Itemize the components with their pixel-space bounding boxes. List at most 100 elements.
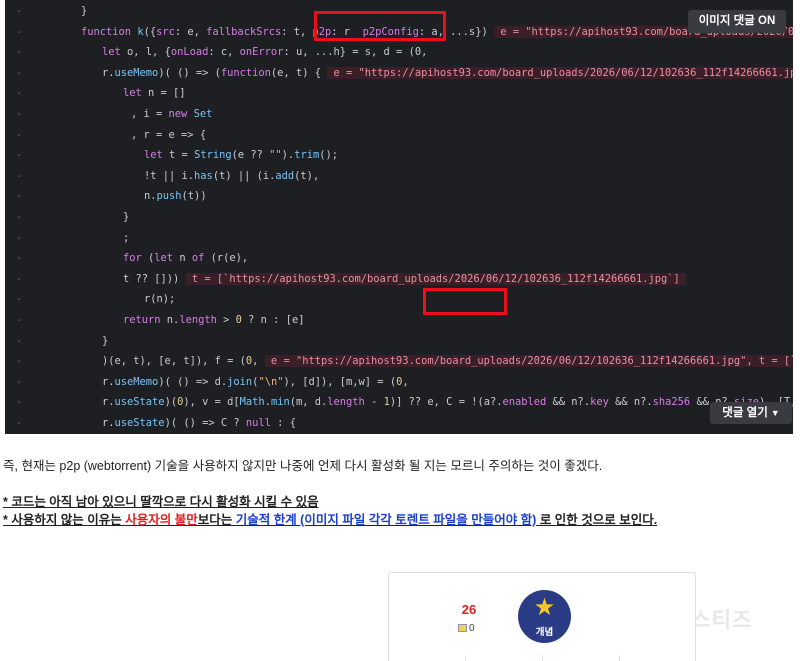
- gutter-marker: -: [15, 375, 23, 388]
- code-token: n.: [166, 313, 180, 326]
- code-text: return n.length > 0 ? n : [e]: [123, 310, 304, 331]
- code-text: r.useMemo)( () => d.join("\n"), [d]), [m…: [102, 372, 409, 393]
- gutter-marker: -: [15, 190, 23, 203]
- enabled-highlight: [423, 288, 507, 315]
- code-token: src: [156, 25, 175, 38]
- concept-button[interactable]: ★ 개념: [518, 590, 571, 643]
- code-text: for (let n of (r(e),: [123, 248, 248, 269]
- code-token: (t)): [181, 190, 207, 203]
- code-token: trim: [294, 149, 320, 162]
- code-token: (t) || (i.: [212, 169, 276, 182]
- code-text: n.push(t)): [144, 186, 207, 207]
- code-token: e = "https://apihost93.com/board_uploads…: [264, 355, 793, 368]
- code-line: - src: v,: [5, 433, 793, 434]
- code-token: )( () => (: [158, 66, 221, 79]
- code-text: let n = []: [123, 83, 186, 104]
- code-line: - , i = new Set: [5, 104, 793, 125]
- code-token: : t,: [281, 25, 313, 38]
- code-token: fallbackSrcs: [206, 25, 282, 38]
- code-line: - , r = e => {: [5, 125, 793, 146]
- gutter-marker: -: [15, 272, 23, 285]
- code-line: - let o, l, {onLoad: c, onError: u, ...h}…: [5, 42, 793, 63]
- code-token: join: [227, 375, 253, 388]
- code-token: useMemo: [114, 66, 159, 79]
- line3-technical-limit: 기술적 한계 (이미지 파일 각각 토렌트 파일을 만들어야 함): [235, 513, 537, 527]
- widget-divider: [465, 655, 466, 661]
- code-text: )(e, t), [e, t]), f = (0, e = "https://a…: [102, 351, 793, 372]
- code-text: !t || i.has(t) || (i.add(t),: [144, 166, 319, 187]
- gutter-marker: -: [15, 107, 23, 120]
- code-token: ;: [123, 231, 130, 244]
- recommend-count: 26: [461, 602, 477, 617]
- code-text: let t = String(e ?? "").trim();: [144, 145, 338, 166]
- code-token: (r(e),: [210, 252, 249, 265]
- code-token: && n?.: [546, 396, 591, 409]
- code-token: useMemo: [114, 375, 159, 388]
- code-line: - return n.length > 0 ? n : [e]: [5, 310, 793, 331]
- code-token: e = "https://apihost93.com/board_uploads…: [327, 66, 793, 79]
- gutter-marker: -: [15, 416, 23, 429]
- gutter-marker: -: [15, 313, 23, 326]
- code-line: - r.useMemo)( () => (function(e, t) { e =…: [5, 63, 793, 84]
- code-line: - r.useMemo)( () => d.join("\n"), [d]), […: [5, 372, 793, 393]
- image-comment-toggle-button[interactable]: 이미지 댓글 ON: [688, 10, 786, 33]
- code-token: sha256: [652, 396, 691, 409]
- article-line-2: * 코드는 아직 남아 있으니 딸깍으로 다시 활성화 시킬 수 있음: [3, 495, 319, 509]
- code-token: useState: [114, 416, 165, 429]
- code-line: - for (let n of (r(e),: [5, 248, 793, 269]
- gutter-marker: -: [15, 66, 23, 79]
- open-comments-label: 댓글 열기: [722, 407, 768, 419]
- code-token: min: [270, 396, 290, 409]
- code-token: )(e, t), [e, t]), f = (: [102, 355, 246, 368]
- code-token: add: [275, 169, 295, 182]
- line3-part3: 보다는: [197, 513, 236, 527]
- gutter-marker: -: [5, 433, 33, 434]
- code-token: )( () => d.: [158, 375, 228, 388]
- concept-label: 개념: [535, 627, 554, 638]
- code-token: : {: [270, 416, 296, 429]
- code-token: }: [81, 5, 88, 17]
- code-token: r.: [102, 66, 115, 79]
- gutter-marker: -: [15, 5, 23, 17]
- code-token: r(n);: [144, 293, 176, 306]
- code-text: r.useState)( () => C ? null : {: [102, 413, 296, 434]
- code-text: }: [102, 331, 108, 352]
- code-token: let: [102, 46, 128, 59]
- line3-part5: 로 인한 것으로 보인다.: [536, 513, 658, 527]
- code-line: -}: [5, 331, 793, 352]
- code-text: t ?? [])) t = [`https://apihost93.com/bo…: [123, 269, 687, 290]
- code-token: length: [327, 396, 365, 409]
- code-text: r.useMemo)( () => (function(e, t) { e = …: [102, 63, 793, 84]
- code-line: - let n = []: [5, 83, 793, 104]
- code-token: let: [154, 252, 180, 265]
- code-token: r.: [102, 396, 115, 409]
- code-token: "\n": [258, 375, 284, 388]
- code-text: r.useState)(0), v = d[Math.min(m, d.leng…: [102, 392, 793, 413]
- article-line-3: * 사용하지 않는 이유는 사용자의 불만보다는 기술적 한계 (이미지 파일 …: [3, 509, 657, 528]
- code-token: ();: [319, 149, 338, 162]
- code-text: }: [81, 1, 87, 22]
- comment-count-value: 0: [469, 623, 475, 634]
- code-token: String: [194, 149, 232, 162]
- code-token: , r = e => {: [131, 128, 207, 141]
- code-token: t =: [169, 149, 195, 162]
- gutter-marker: -: [15, 355, 23, 368]
- code-line: - r.useState)(0), v = d[Math.min(m, d.len…: [5, 392, 793, 413]
- code-token: enabled: [502, 396, 547, 409]
- code-token: onError: [239, 46, 284, 59]
- gutter-marker: -: [15, 231, 23, 244]
- code-token: Set: [193, 107, 213, 120]
- gutter-marker: -: [15, 149, 23, 162]
- gutter-marker: -: [15, 87, 23, 100]
- code-token: function: [81, 25, 138, 38]
- code-token: key: [590, 396, 609, 409]
- recommend-widget: 26 0 ★ 개념: [388, 572, 696, 661]
- code-token: t = [`https://apihost93.com/board_upload…: [185, 272, 687, 285]
- widget-divider: [542, 655, 543, 661]
- open-comments-button[interactable]: 댓글 열기 ▼: [710, 402, 792, 424]
- code-token: (e ??: [231, 149, 270, 162]
- code-token: ? n : [e]: [241, 313, 305, 326]
- code-token: (t),: [294, 169, 320, 182]
- code-token: useState: [114, 396, 165, 409]
- comment-count: 0: [458, 623, 475, 634]
